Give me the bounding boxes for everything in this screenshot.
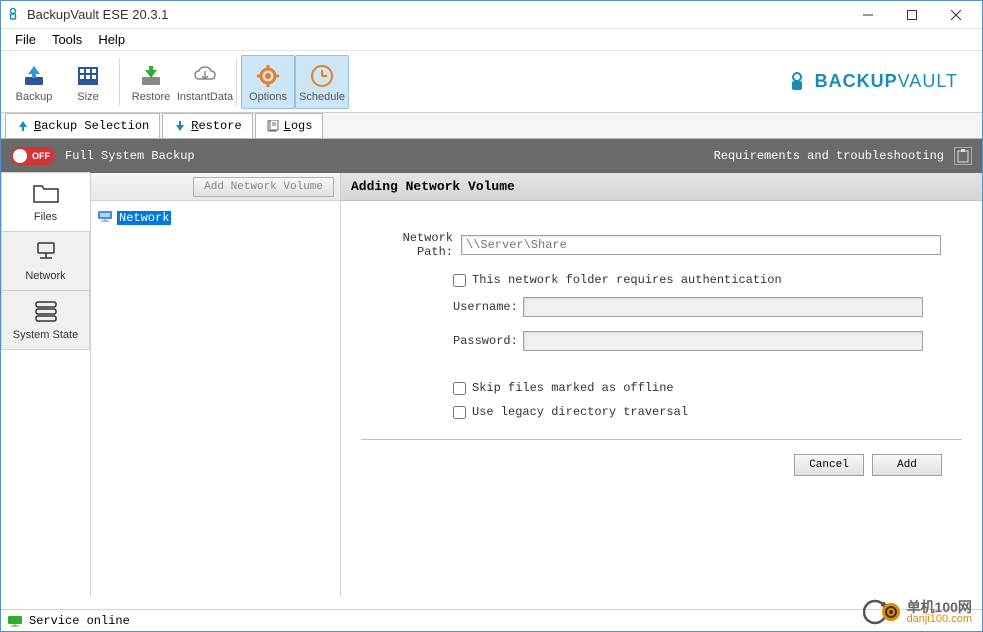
tree-item-network-label: Network (117, 211, 171, 225)
auth-required-label: This network folder requires authenticat… (472, 273, 782, 287)
network-path-label: Network Path: (361, 231, 461, 259)
toolbar-options-label: Options (249, 91, 287, 103)
arrow-down-icon (173, 119, 187, 133)
minimize-button[interactable] (846, 2, 890, 28)
sidetab-system-state-label: System State (13, 329, 78, 341)
size-icon (73, 61, 103, 91)
tab-restore[interactable]: Restore (162, 113, 252, 138)
username-input[interactable] (523, 297, 923, 317)
status-online-icon (7, 615, 23, 627)
auth-required-checkbox[interactable] (453, 274, 466, 287)
tab-logs-label: Logs (284, 119, 313, 133)
toolbar-instantdata-button[interactable]: InstantData (178, 55, 232, 109)
skip-offline-label: Skip files marked as offline (472, 381, 674, 395)
arrow-up-icon (16, 119, 30, 133)
toolbar-size-label: Size (77, 91, 98, 103)
backup-icon (19, 61, 49, 91)
legacy-traversal-checkbox[interactable] (453, 406, 466, 419)
menu-help[interactable]: Help (90, 30, 133, 49)
menu-tools[interactable]: Tools (44, 30, 90, 49)
toolbar-backup-label: Backup (16, 91, 53, 103)
toolbar-options-button[interactable]: Options (241, 55, 295, 109)
username-label: Username: (453, 300, 523, 314)
toolbar-size-button[interactable]: Size (61, 55, 115, 109)
folder-icon (32, 182, 60, 207)
server-icon (32, 300, 60, 325)
add-button[interactable]: Add (872, 454, 942, 476)
toolbar-backup-button[interactable]: Backup (7, 55, 61, 109)
close-button[interactable] (934, 2, 978, 28)
form-title: Adding Network Volume (341, 173, 982, 201)
toolbar-restore-button[interactable]: Restore (124, 55, 178, 109)
maximize-button[interactable] (890, 2, 934, 28)
gear-icon (253, 61, 283, 91)
full-backup-label: Full System Backup (65, 149, 195, 163)
cloud-icon (190, 61, 220, 91)
clock-icon (307, 61, 337, 91)
full-backup-toggle[interactable]: OFF (11, 147, 55, 165)
app-logo-icon (5, 7, 21, 23)
tab-logs[interactable]: Logs (255, 113, 324, 138)
menu-file[interactable]: File (7, 30, 44, 49)
network-icon (32, 241, 60, 266)
watermark-url: danji100.com (907, 614, 972, 625)
sidetab-network-label: Network (25, 270, 65, 282)
password-label: Password: (453, 334, 523, 348)
network-path-input[interactable] (461, 235, 941, 255)
sidetab-network[interactable]: Network (1, 231, 90, 291)
brand-logo: BACKUPVAULT (785, 70, 976, 94)
requirements-link[interactable]: Requirements and troubleshooting (714, 149, 944, 163)
toolbar-restore-label: Restore (132, 91, 171, 103)
tab-restore-label: Restore (191, 119, 241, 133)
logs-icon (266, 119, 280, 133)
toolbar-schedule-label: Schedule (299, 91, 345, 103)
clipboard-icon[interactable] (954, 147, 972, 165)
sidetab-files[interactable]: Files (1, 172, 90, 232)
tab-backup-selection[interactable]: Backup Selection (5, 113, 160, 138)
watermark: 单机100网 danji100.com (863, 597, 972, 627)
tree-item-network[interactable]: Network (95, 209, 336, 226)
add-network-volume-button[interactable]: Add Network Volume (193, 177, 334, 197)
sidetab-files-label: Files (34, 211, 57, 223)
tab-backup-label: Backup Selection (34, 119, 149, 133)
cancel-button[interactable]: Cancel (794, 454, 864, 476)
restore-icon (136, 61, 166, 91)
watermark-title: 单机100网 (907, 600, 972, 614)
legacy-traversal-label: Use legacy directory traversal (472, 405, 688, 419)
toolbar-instant-label: InstantData (177, 91, 233, 103)
password-input[interactable] (523, 331, 923, 351)
toolbar-schedule-button[interactable]: Schedule (295, 55, 349, 109)
toggle-off-label: OFF (32, 151, 50, 161)
window-title: BackupVault ESE 20.3.1 (27, 7, 846, 22)
skip-offline-checkbox[interactable] (453, 382, 466, 395)
network-small-icon (97, 210, 113, 225)
sidetab-system-state[interactable]: System State (1, 290, 90, 350)
status-text: Service online (29, 614, 130, 628)
